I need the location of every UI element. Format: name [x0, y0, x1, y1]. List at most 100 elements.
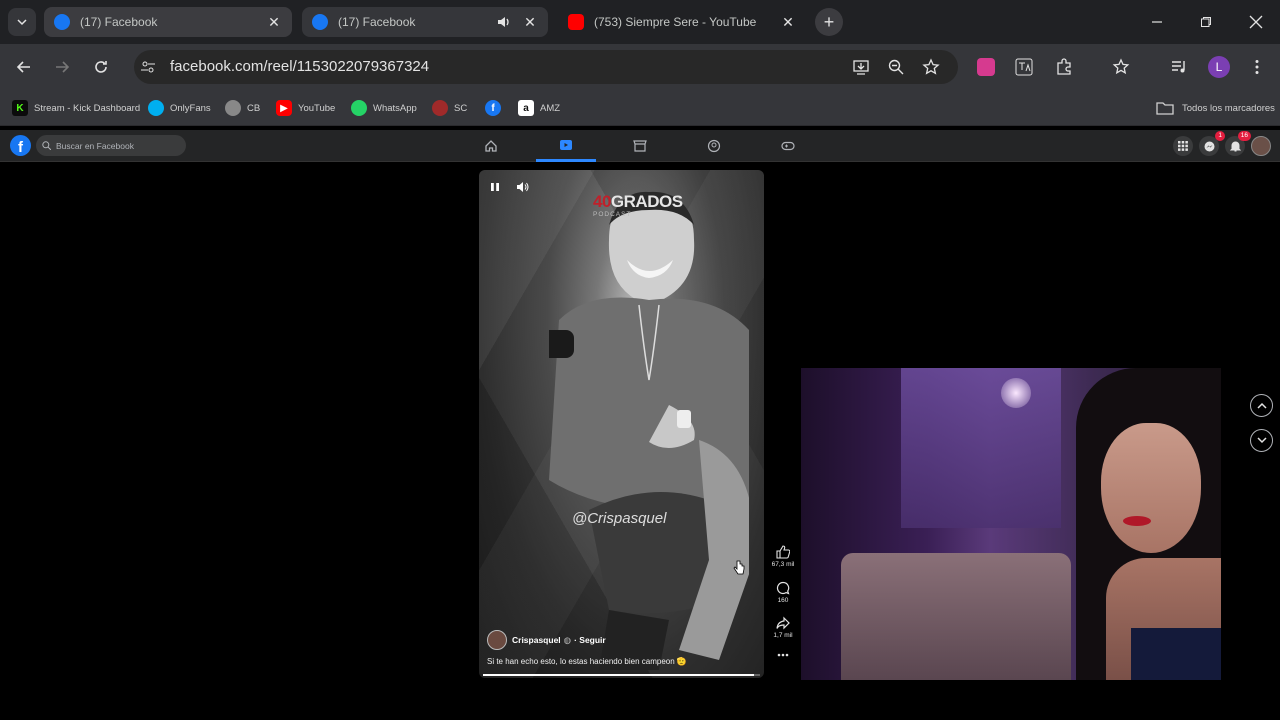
facebook-icon: [54, 14, 70, 30]
tab-video[interactable]: [536, 130, 596, 162]
marketplace-icon: [633, 140, 647, 152]
tab-search-button[interactable]: [8, 8, 36, 36]
bookmark-kick[interactable]: K Stream - Kick Dashboard: [12, 99, 140, 117]
minimize-button[interactable]: [1145, 10, 1169, 34]
extension-1-button[interactable]: [974, 55, 998, 79]
bookmark-label: OnlyFans: [170, 102, 211, 114]
tab-title: (753) Siempre Sere - YouTube: [594, 15, 757, 29]
messenger-badge: 1: [1215, 131, 1225, 141]
extensions-button[interactable]: [1052, 55, 1076, 79]
bookmark-label: AMZ: [540, 102, 561, 114]
profile-avatar[interactable]: [1251, 136, 1271, 156]
pause-button[interactable]: [488, 180, 502, 194]
bookmark-sc[interactable]: SC: [432, 99, 467, 117]
new-tab-button[interactable]: +: [815, 8, 843, 36]
menu-button[interactable]: [1245, 55, 1269, 79]
facebook-icon: f: [485, 100, 501, 116]
translate-button[interactable]: [1012, 55, 1036, 79]
progress-fill: [483, 674, 755, 676]
reload-button[interactable]: [89, 55, 113, 79]
reel-author[interactable]: Crispasquel ◍ · Seguir: [487, 630, 606, 650]
close-icon[interactable]: ✕: [266, 14, 282, 30]
star-list-icon: [1112, 58, 1130, 75]
background-sofa: [841, 553, 1071, 680]
share-button[interactable]: 1,7 mil: [768, 616, 798, 639]
bookmark-onlyfans[interactable]: OnlyFans: [148, 99, 211, 117]
favorites-button[interactable]: [1109, 55, 1133, 79]
menu-grid-button[interactable]: [1173, 136, 1193, 156]
profile-avatar[interactable]: L: [1208, 56, 1230, 78]
bell-icon: [1229, 140, 1241, 151]
bookmark-youtube[interactable]: ▶ YouTube: [276, 99, 335, 117]
bookmarks-bar: K Stream - Kick Dashboard OnlyFans CB ▶ Yo…: [0, 90, 1280, 126]
author-avatar[interactable]: [487, 630, 507, 650]
facebook-search-input[interactable]: Buscar en Facebook: [36, 135, 186, 156]
like-button[interactable]: 67,3 mil: [768, 545, 798, 568]
reload-icon: [95, 61, 107, 73]
arrow-right-icon: [56, 61, 70, 73]
facebook-logo-icon[interactable]: f: [10, 135, 31, 156]
comment-count: 160: [777, 597, 789, 604]
amazon-icon: a: [518, 100, 534, 116]
install-app-icon[interactable]: [852, 58, 870, 76]
video-progress-bar[interactable]: [483, 674, 760, 676]
facebook-icon: [312, 14, 328, 30]
tab-youtube[interactable]: (753) Siempre Sere - YouTube ✕: [558, 7, 806, 37]
messenger-button[interactable]: 1: [1199, 131, 1225, 156]
tab-gaming[interactable]: [758, 130, 818, 162]
restore-button[interactable]: [1194, 10, 1218, 34]
close-icon[interactable]: ✕: [522, 14, 538, 30]
bookmark-cb[interactable]: CB: [225, 99, 260, 117]
address-bar[interactable]: facebook.com/reel/1153022079367324: [134, 50, 958, 84]
zoom-icon[interactable]: [887, 58, 905, 76]
more-options-button[interactable]: [768, 653, 798, 659]
tab-title: (17) Facebook: [80, 15, 158, 29]
tab-marketplace[interactable]: [610, 130, 670, 162]
streamer-lips: [1123, 516, 1151, 526]
bookmark-amazon[interactable]: a AMZ: [518, 99, 560, 117]
star-icon[interactable]: [922, 58, 940, 76]
reel-video[interactable]: 40GRADOS PODCAST @Crispasquel Crispasque…: [479, 170, 764, 678]
notifications-button[interactable]: 16: [1225, 131, 1251, 156]
all-bookmarks[interactable]: Todos los marcadores: [1156, 99, 1275, 117]
tab-home[interactable]: [461, 130, 521, 162]
comment-icon: [776, 581, 790, 595]
forward-button[interactable]: [50, 55, 74, 79]
next-reel-button[interactable]: [1250, 429, 1273, 452]
video-person-figure: [549, 191, 749, 670]
cb-icon: [225, 100, 241, 116]
volume-button[interactable]: [515, 180, 529, 194]
messenger-icon: [1204, 141, 1214, 151]
more-vert-icon: [1255, 60, 1259, 74]
url-text: facebook.com/reel/1153022079367324: [170, 58, 430, 75]
streamer-top: [1131, 628, 1221, 680]
share-count: 1,7 mil: [773, 632, 793, 639]
bookmark-label: Stream - Kick Dashboard: [34, 102, 141, 114]
search-icon: [42, 141, 51, 150]
media-button[interactable]: [1167, 55, 1191, 79]
verified-icon: ◍: [563, 634, 572, 645]
tab-groups[interactable]: [684, 130, 744, 162]
search-placeholder: Buscar en Facebook: [56, 140, 134, 151]
comment-button[interactable]: 160: [768, 581, 798, 604]
back-button[interactable]: [12, 55, 36, 79]
close-window-button[interactable]: [1244, 10, 1268, 34]
youtube-icon: [568, 14, 584, 30]
facebook-nav: f Buscar en Facebook 1 16: [0, 130, 1280, 162]
site-settings-icon[interactable]: [140, 59, 156, 75]
tab-facebook-1[interactable]: (17) Facebook ✕: [44, 7, 292, 37]
close-icon: [1249, 15, 1263, 29]
youtube-icon: ▶: [276, 100, 292, 116]
bookmark-facebook[interactable]: f: [485, 99, 507, 117]
bookmark-label: SC: [454, 102, 468, 114]
speaker-icon[interactable]: [496, 14, 512, 30]
grid-icon: [1178, 141, 1188, 151]
tab-facebook-2[interactable]: (17) Facebook ✕: [302, 7, 548, 37]
follow-link[interactable]: · Seguir: [574, 635, 606, 645]
puzzle-icon: [1057, 58, 1071, 75]
bookmark-whatsapp[interactable]: WhatsApp: [351, 99, 417, 117]
thumbs-up-icon: [776, 545, 790, 559]
close-icon[interactable]: ✕: [780, 14, 796, 30]
previous-reel-button[interactable]: [1250, 394, 1273, 417]
author-name[interactable]: Crispasquel: [512, 635, 561, 645]
